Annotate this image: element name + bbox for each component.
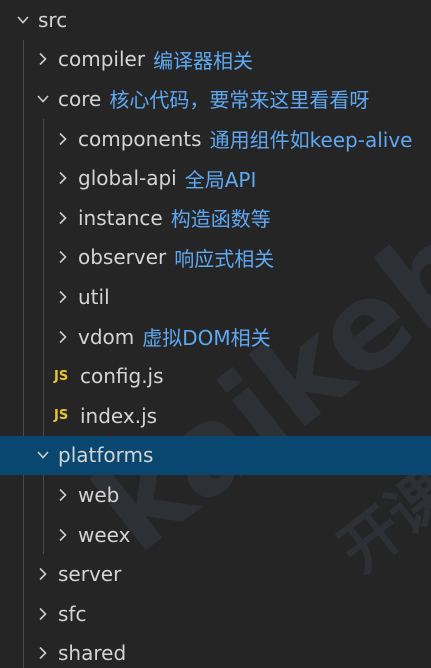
tree-item-vdom[interactable]: vdom 虚拟DOM相关 [0,316,431,357]
indent-guide [43,475,44,515]
chevron-right-icon[interactable] [54,486,72,504]
tree-item-sfc[interactable]: sfc [0,594,431,634]
tree-item-annotation: 全局API [184,167,257,192]
file-explorer-tree: kaikeba 开课吧 src compiler 编译器相关 core 核心代码，要常来… [0,0,431,668]
indent-guide [23,277,24,317]
indent-guide [23,198,24,238]
indent-guide [23,396,24,436]
indent-guide [43,277,44,317]
indent-guide [23,475,24,515]
tree-item-web[interactable]: web [0,475,431,515]
indent-guide [43,198,44,238]
tree-item-shared[interactable]: shared [0,633,431,668]
tree-item-label: src [38,7,68,32]
indent-guide [23,356,24,396]
tree-item-src[interactable]: src [0,0,431,40]
indent-guide [43,118,44,159]
indent-guide [23,237,24,278]
indent-guide [43,356,44,396]
chevron-right-icon[interactable] [34,565,52,583]
tree-item-global-api[interactable]: global-api 全局API [0,158,431,198]
indent-guide [23,554,24,594]
chevron-right-icon[interactable] [34,644,52,662]
tree-item-annotation: 编译器相关 [153,48,254,73]
tree-item-components[interactable]: components 通用组件如keep-alive [0,118,431,159]
tree-item-compiler[interactable]: compiler 编译器相关 [0,39,431,80]
chevron-right-icon[interactable] [54,248,72,266]
tree-item-label: config.js [80,364,164,389]
tree-item-label: shared [58,641,127,666]
indent-guide [43,514,44,555]
indent-guide [23,633,24,668]
tree-item-annotation: 核心代码，要常来这里看看呀 [109,88,370,113]
tree-item-label: server [58,562,122,587]
chevron-right-icon[interactable] [34,50,52,68]
tree-item-label: index.js [80,403,158,428]
chevron-right-icon[interactable] [54,169,72,187]
tree-item-instance[interactable]: instance 构造函数等 [0,198,431,238]
tree-item-weex[interactable]: weex [0,514,431,555]
tree-item-platforms[interactable]: platforms [0,435,431,476]
tree-item-observer[interactable]: observer 响应式相关 [0,237,431,278]
tree-item-annotation: 构造函数等 [170,207,271,232]
indent-guide [23,158,24,198]
tree-item-core[interactable]: core 核心代码，要常来这里看看呀 [0,79,431,119]
tree-item-label: vdom [78,324,135,349]
tree-item-annotation: 通用组件如keep-alive [209,128,413,153]
tree-item-label: platforms [58,443,154,468]
indent-guide [23,316,24,357]
tree-item-label: util [78,284,110,309]
tree-item-label: global-api [78,166,177,191]
indent-guide [23,79,24,119]
indent-guide [43,237,44,278]
js-file-icon: JS [54,368,69,384]
chevron-down-icon[interactable] [34,90,52,108]
tree-item-label: compiler [58,47,146,72]
tree-item-label: components [78,126,202,151]
chevron-down-icon[interactable] [14,11,32,29]
chevron-right-icon[interactable] [54,288,72,306]
tree-item-annotation: 响应式相关 [174,246,275,271]
indent-guide [23,514,24,555]
tree-item-index-js[interactable]: JS index.js [0,396,431,436]
chevron-right-icon[interactable] [54,328,72,346]
js-file-icon: JS [54,408,69,424]
indent-guide [23,39,24,80]
chevron-right-icon[interactable] [54,130,72,148]
tree-item-label: core [58,86,102,111]
tree-item-annotation: 虚拟DOM相关 [142,326,271,351]
chevron-right-icon[interactable] [54,209,72,227]
tree-item-config-js[interactable]: JS config.js [0,356,431,396]
tree-item-label: observer [78,245,167,270]
tree-item-label: weex [78,522,131,547]
tree-item-label: sfc [58,601,87,626]
tree-item-server[interactable]: server [0,554,431,594]
indent-guide [43,158,44,198]
indent-guide [43,316,44,357]
tree-item-util[interactable]: util [0,277,431,317]
chevron-down-icon[interactable] [34,446,52,464]
tree-item-label: instance [78,205,163,230]
indent-guide [43,396,44,436]
chevron-right-icon[interactable] [54,526,72,544]
indent-guide [23,594,24,634]
chevron-right-icon[interactable] [34,605,52,623]
tree-item-label: web [78,482,120,507]
indent-guide [23,118,24,159]
